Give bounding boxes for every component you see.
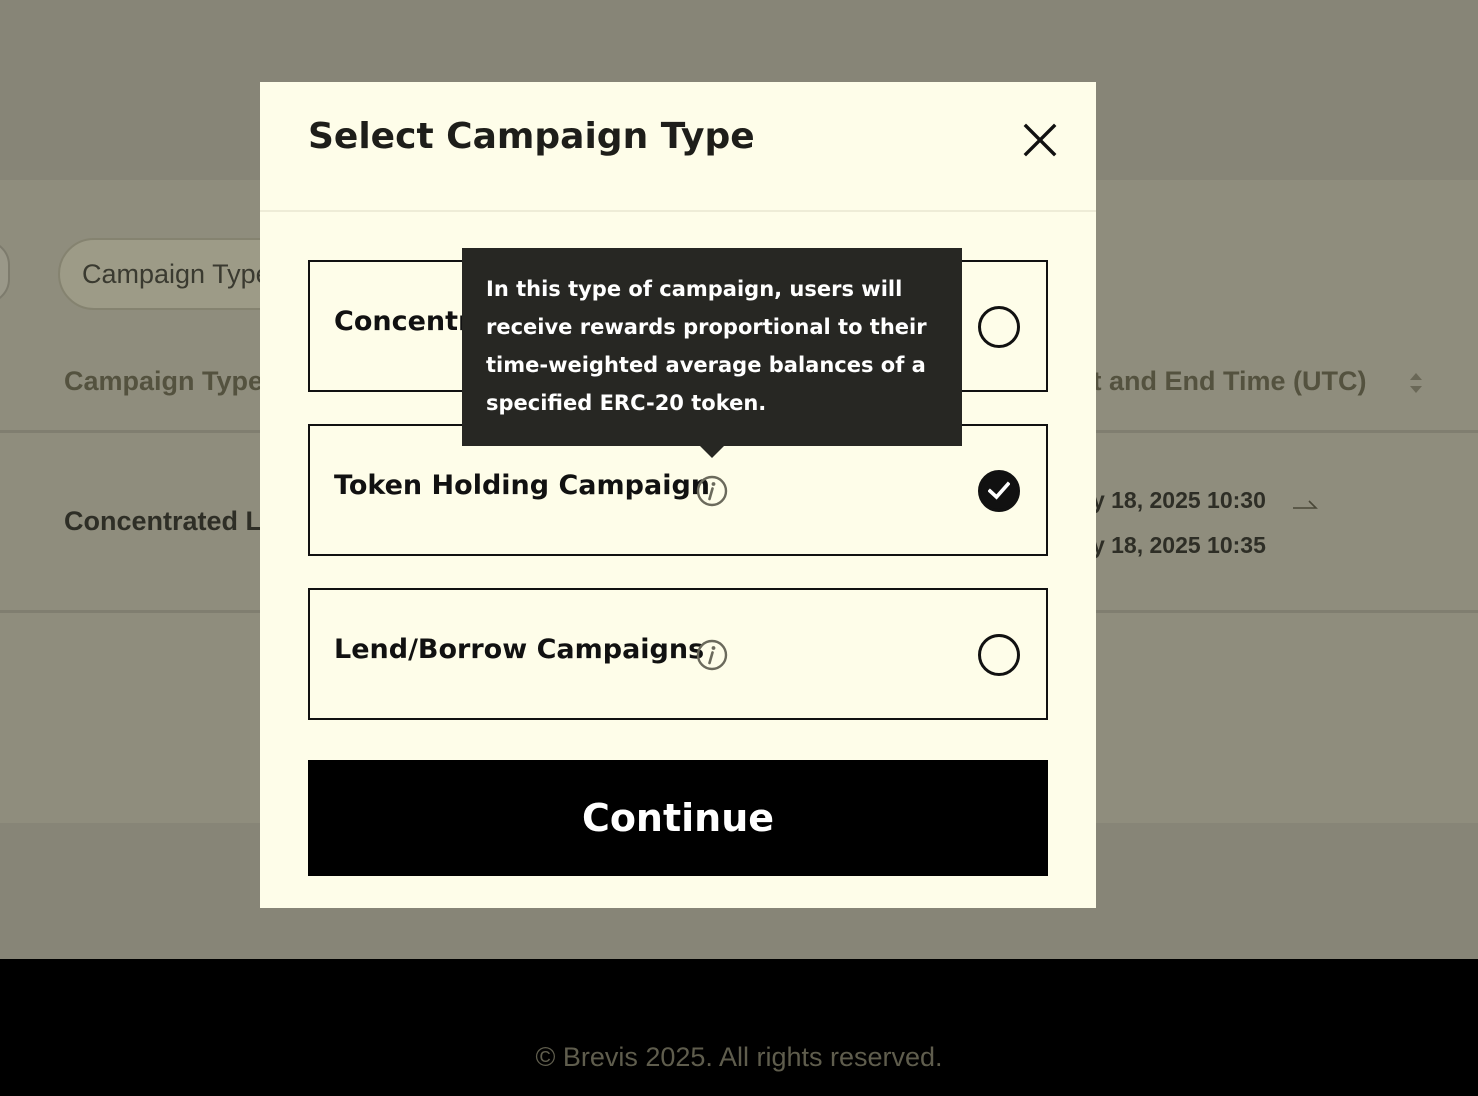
modal-header: Select Campaign Type [260,82,1096,212]
footer-copyright: © Brevis 2025. All rights reserved. [535,1042,943,1072]
modal-title: Select Campaign Type [308,116,755,157]
info-icon[interactable] [696,475,728,507]
table-header-campaign-type: Campaign Type [64,366,264,396]
check-icon [988,481,1010,500]
footer: © Brevis 2025. All rights reserved. [0,959,1478,1096]
radio-unchecked[interactable] [978,306,1020,348]
radio-checked[interactable] [978,470,1020,512]
tooltip-arrow [700,446,724,458]
tooltip-text: In this type of campaign, users will rec… [486,277,927,415]
radio-unchecked[interactable] [978,634,1020,676]
info-icon[interactable] [696,639,728,671]
continue-button[interactable]: Continue [308,760,1048,876]
sort-icon[interactable] [1408,371,1424,395]
info-tooltip: In this type of campaign, users will rec… [462,248,962,458]
option-label: Lend/Borrow Campaigns [334,634,705,665]
filter-pill-label: Campaign Type [82,259,271,289]
select-campaign-type-modal: Select Campaign Type Concentrated Liquid… [260,82,1096,908]
close-icon[interactable] [1022,122,1058,158]
option-label: Token Holding Campaign [334,470,710,501]
campaign-option-lend-borrow[interactable]: Lend/Borrow Campaigns [308,588,1048,720]
arrow-right-icon [1293,500,1318,509]
